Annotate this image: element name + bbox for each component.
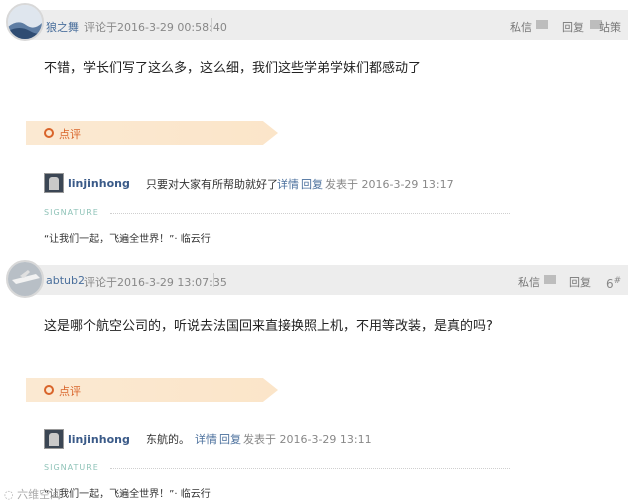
message-button[interactable]: 私信	[518, 274, 540, 290]
reply-text: 东航的。	[146, 433, 190, 446]
watermark-text: 六维空间	[17, 488, 62, 501]
detail-link[interactable]: 详情	[277, 176, 299, 192]
divider	[213, 273, 214, 287]
post-meta: 评论于2016-3-29 00:58:40	[84, 21, 227, 34]
post-author[interactable]: 狼之舞	[46, 19, 79, 35]
review-tag: 点评	[26, 378, 278, 402]
floor-number: 6#	[606, 276, 621, 291]
signature-label: SIGNATURE	[44, 208, 99, 217]
post-content: 不错，学长们写了这么多，这么细，我们这些学弟学妹们都感动了	[44, 61, 422, 76]
watermark: ◌ 六维空间	[4, 486, 61, 502]
reply-text: 只要对大家有所帮助就好了	[146, 178, 278, 191]
envelope-icon	[544, 275, 556, 284]
reply-button[interactable]: 回复	[562, 19, 584, 35]
review-label: 点评	[59, 385, 81, 398]
reply-avatar[interactable]	[44, 173, 64, 193]
reply-user[interactable]: linjinhong	[68, 177, 130, 190]
reply-user[interactable]: linjinhong	[68, 433, 130, 446]
reply-link[interactable]: 回复	[301, 176, 323, 192]
review-tag: 点评	[26, 121, 278, 145]
reply-button[interactable]: 回复	[569, 274, 591, 290]
post-header: 狼之舞 评论于2016-3-29 00:58:40 私信 回复 站策	[26, 10, 628, 40]
floor-number-value: 6	[606, 277, 614, 291]
reply-time: 发表于 2016-3-29 13:11	[243, 433, 372, 446]
post-header: abtub2 评论于2016-3-29 13:07:35 私信 回复 6#	[26, 265, 628, 295]
floor-label[interactable]: 站策	[599, 19, 621, 35]
signature-divider	[110, 468, 510, 469]
signature-text: “让我们一起，飞遍全世界！”· 临云行	[44, 489, 211, 500]
divider	[211, 18, 212, 32]
watermark-logo-icon: ◌	[4, 488, 14, 501]
review-icon	[44, 128, 54, 138]
post-author[interactable]: abtub2	[46, 274, 85, 287]
post-meta: 评论于2016-3-29 13:07:35	[84, 276, 227, 289]
signature-label: SIGNATURE	[44, 463, 99, 472]
signature-divider	[110, 213, 510, 214]
avatar[interactable]	[6, 260, 44, 298]
avatar-image	[8, 5, 42, 39]
reply-time: 发表于 2016-3-29 13:17	[325, 178, 454, 191]
avatar-image	[8, 262, 42, 296]
detail-link[interactable]: 详情	[195, 431, 217, 447]
post-content: 这是哪个航空公司的，听说去法国回来直接换照上机，不用等改装，是真的吗?	[44, 319, 493, 334]
floor-suffix: #	[613, 276, 622, 286]
avatar[interactable]	[6, 3, 44, 41]
reply-link[interactable]: 回复	[219, 431, 241, 447]
envelope-icon	[536, 20, 548, 29]
reply-avatar[interactable]	[44, 429, 64, 449]
review-label: 点评	[59, 128, 81, 141]
signature-text: “让我们一起，飞遍全世界！”· 临云行	[44, 234, 211, 245]
review-icon	[44, 385, 54, 395]
message-button[interactable]: 私信	[510, 19, 532, 35]
